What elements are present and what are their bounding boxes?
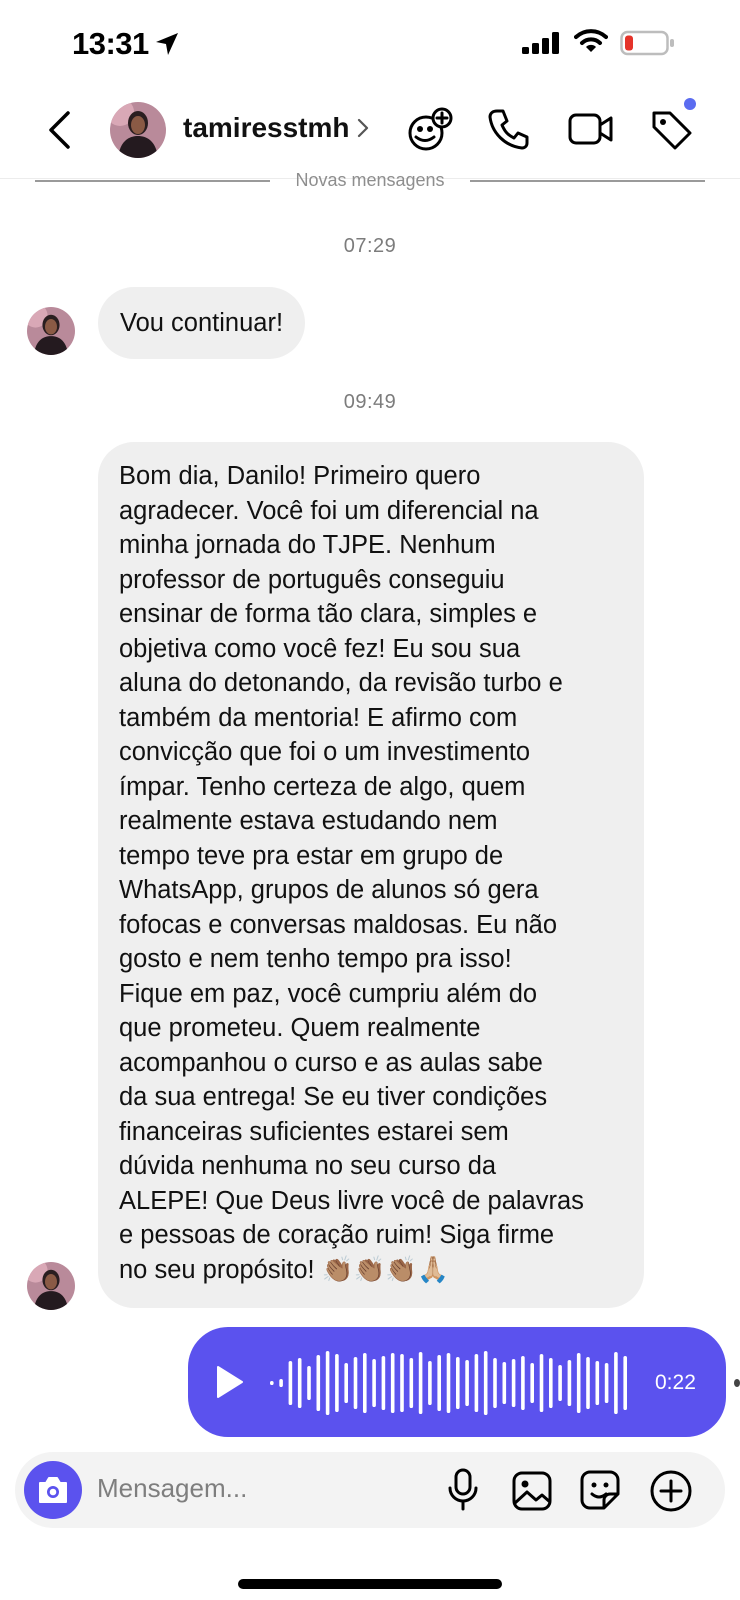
voice-duration: 0:22 [655, 1371, 696, 1394]
waveform-bar [521, 1356, 525, 1410]
waveform-bar [595, 1361, 600, 1405]
chevron-right-icon[interactable] [356, 117, 370, 139]
waveform-bar [307, 1366, 311, 1400]
waveform-bar [409, 1358, 414, 1408]
message-line: no seu propósito! 👏🏽👏🏽👏🏽🙏🏼 [119, 1255, 449, 1284]
waveform-bar [381, 1356, 386, 1410]
notification-dot [684, 98, 696, 110]
status-time: 13:31 [72, 26, 149, 61]
message-line: minha jornada do TJPE. Nenhum [119, 531, 496, 559]
message-bubble-long[interactable]: Bom dia, Danilo! Primeiro quero agradece… [98, 442, 644, 1308]
message-line: que prometeu. Quem realmente [119, 1014, 481, 1042]
message-line: ALEPE! Que Deus livre você de palavras [119, 1186, 584, 1215]
waveform-bar [446, 1353, 451, 1413]
message-line: convicção que foi o um investimento [119, 738, 531, 766]
waveform-bar [344, 1363, 348, 1403]
waveform-bar [428, 1361, 432, 1405]
plus-icon[interactable] [649, 1469, 693, 1513]
waveform-bar [316, 1355, 321, 1411]
message-line: objetiva como você fez! Eu sou sua [119, 634, 521, 663]
waveform-bar [549, 1358, 553, 1408]
message-timestamp: 09:49 [343, 391, 397, 413]
waveform-bar [456, 1357, 460, 1409]
tag-icon[interactable] [650, 108, 694, 152]
message-line: acompanhou o curso e as aulas sabe [119, 1048, 543, 1077]
location-arrow-icon [156, 33, 178, 55]
video-icon[interactable] [568, 111, 614, 147]
camera-icon [39, 1477, 67, 1503]
waveform-bar [604, 1363, 609, 1403]
waveform-bar [270, 1381, 274, 1385]
waveform-bar [493, 1358, 497, 1408]
add-people-icon[interactable] [406, 106, 454, 154]
waveform-bar [465, 1360, 469, 1406]
divider-line-right [470, 180, 705, 182]
message-line: WhatsApp, grupos de alunos só gera [119, 876, 539, 904]
message-line: e pessoas de coração ruim! Siga firme [119, 1221, 555, 1249]
message-line: gosto e nem tenho tempo pra isso! [119, 945, 512, 973]
waveform-bar [325, 1351, 330, 1415]
sender-avatar[interactable] [27, 307, 75, 355]
play-icon[interactable] [215, 1365, 245, 1399]
back-chevron-icon[interactable] [46, 110, 74, 150]
waveform-bar [437, 1355, 441, 1411]
contact-username[interactable]: tamiresstmh [183, 112, 350, 144]
waveform-bar [586, 1357, 590, 1409]
waveform-bar [576, 1353, 581, 1413]
waveform-bar [474, 1354, 479, 1412]
waveform-bar [558, 1365, 562, 1401]
waveform-bar [539, 1354, 544, 1412]
sender-avatar[interactable] [27, 1262, 75, 1310]
battery-icon [620, 30, 674, 56]
waveform-bar [614, 1352, 618, 1414]
waveform-bar [511, 1359, 516, 1407]
message-line: financeiras suficientes estarei sem [119, 1117, 509, 1146]
waveform-bar [530, 1363, 534, 1403]
waveform-bar [353, 1357, 358, 1409]
signal-icon [522, 32, 559, 54]
camera-button[interactable] [24, 1461, 82, 1519]
message-bubble[interactable]: Vou continuar! [98, 287, 306, 359]
message-line: fofocas e conversas maldosas. Eu não [119, 910, 557, 939]
waveform-bar [288, 1361, 293, 1405]
wifi-icon [574, 29, 608, 52]
message-status-dot [734, 1379, 740, 1387]
message-line: agradecer. Você foi um diferencial na [119, 496, 539, 525]
waveform-bar [483, 1351, 488, 1415]
sticker-icon[interactable] [580, 1470, 620, 1510]
message-line: também da mentoria! E afirmo com [119, 703, 518, 732]
gallery-icon[interactable] [512, 1471, 552, 1511]
message-input[interactable]: Mensagem... [97, 1473, 247, 1504]
message-line: tempo teve pra estar em grupo de [119, 841, 504, 870]
message-line: da sua entrega! Se eu tiver condições [119, 1083, 548, 1111]
waveform-bar [418, 1352, 423, 1414]
waveform-bar [335, 1354, 339, 1412]
home-indicator [238, 1579, 502, 1589]
microphone-icon[interactable] [447, 1468, 479, 1512]
message-line: dúvida nenhuma no seu curso da [119, 1152, 497, 1180]
waveform-bar [363, 1353, 367, 1413]
message-line: realmente estava estudando nem [119, 807, 498, 835]
message-line: ímpar. Tenho certeza de algo, quem [119, 772, 526, 801]
waveform-bar [390, 1353, 395, 1413]
waveform-bar [372, 1359, 376, 1407]
voice-waveform[interactable] [268, 1347, 638, 1419]
waveform-bar [279, 1379, 283, 1387]
message-timestamp: 07:29 [343, 235, 397, 257]
waveform-bar [567, 1360, 572, 1406]
phone-icon[interactable] [488, 108, 530, 150]
message-line: aluna do detonando, da revisão turbo e [119, 669, 563, 697]
waveform-bar [502, 1362, 507, 1404]
message-line: ensinar de forma tão clara, simples e [119, 600, 538, 628]
message-line: Fique em paz, você cumpriu além do [119, 979, 538, 1008]
waveform-bar [297, 1358, 302, 1408]
waveform-bar [400, 1354, 404, 1412]
message-line: Bom dia, Danilo! Primeiro quero [119, 462, 481, 490]
header-avatar[interactable] [110, 102, 166, 158]
waveform-bar [623, 1356, 627, 1410]
message-line: professor de português conseguiu [119, 565, 505, 594]
